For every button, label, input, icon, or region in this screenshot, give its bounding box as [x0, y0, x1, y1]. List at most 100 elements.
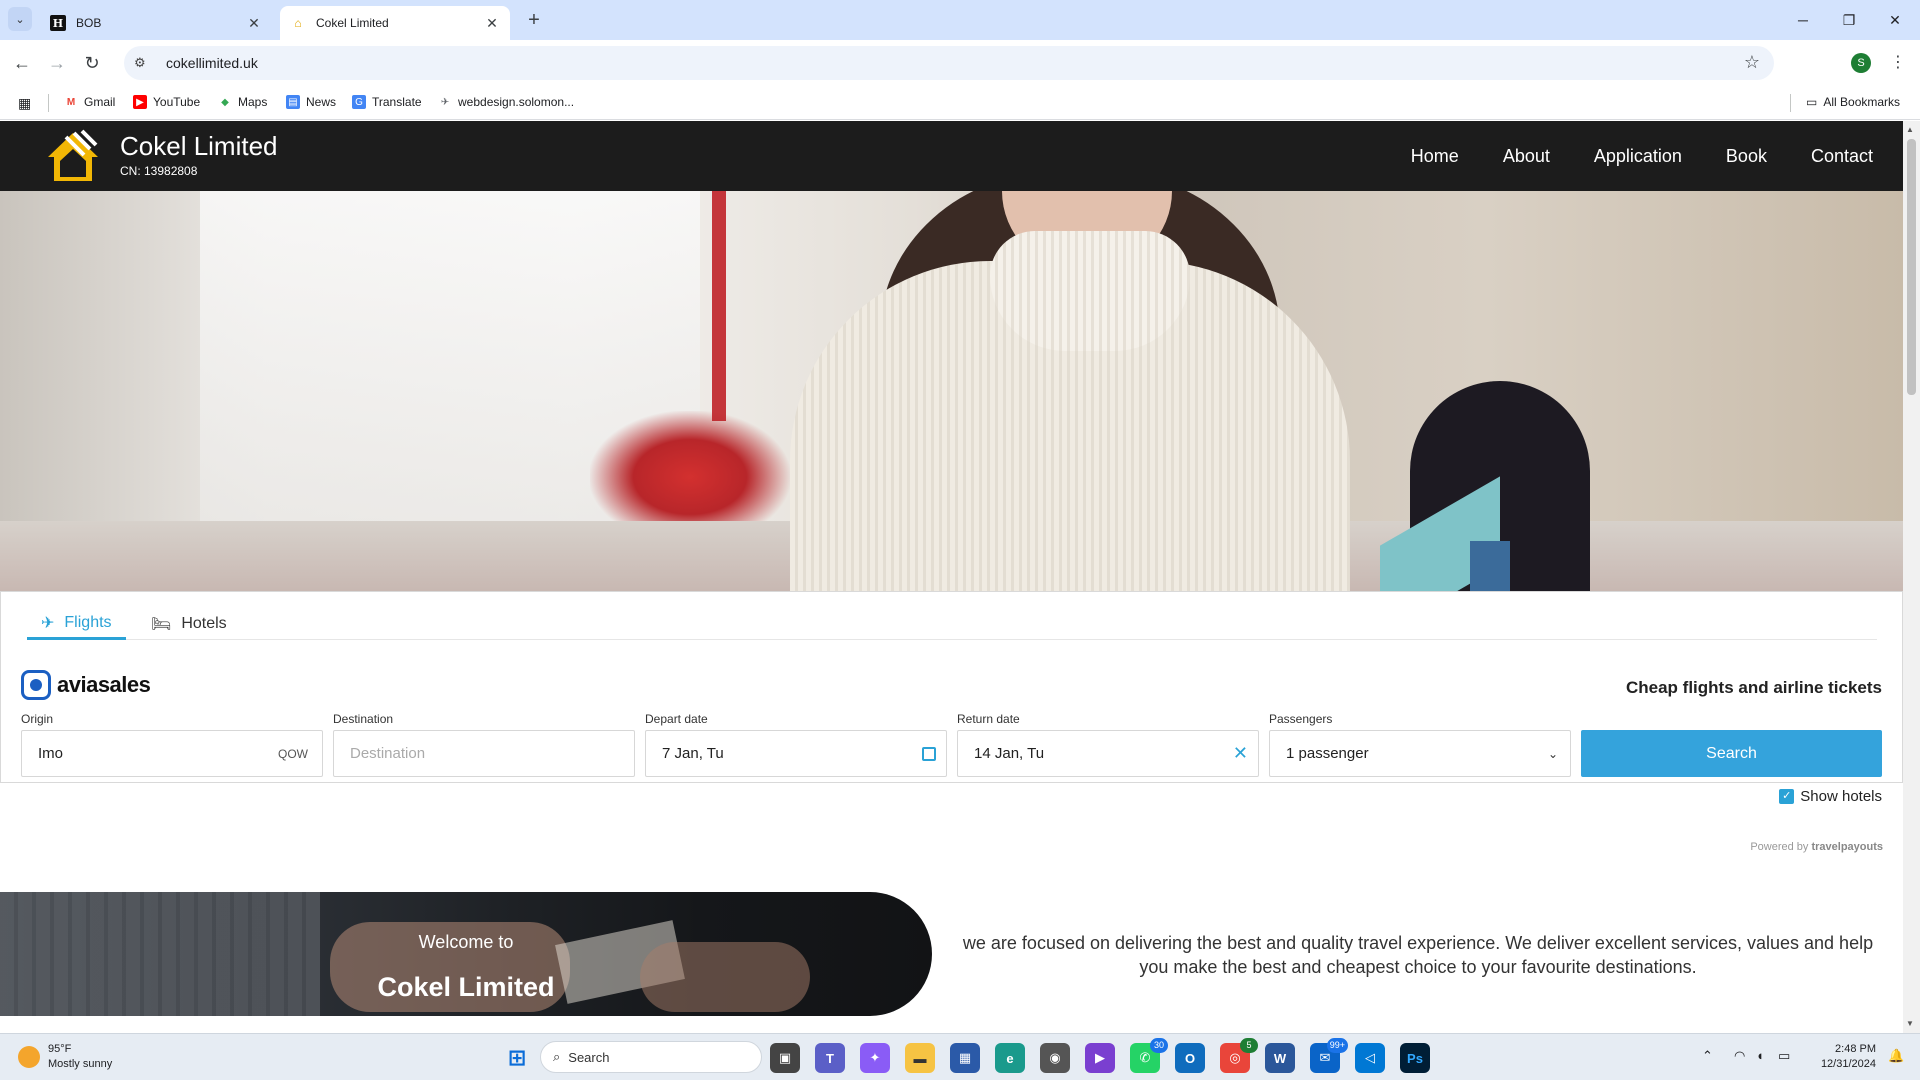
chevron-down-icon: ⌄	[1547, 746, 1558, 761]
hero-red-pillar	[712, 191, 726, 421]
notification-bell-icon[interactable]: 🔔	[1888, 1048, 1904, 1064]
teams-icon[interactable]: T	[815, 1043, 845, 1073]
nav-about[interactable]: About	[1481, 146, 1572, 167]
tab-search-button[interactable]: ⌄	[8, 7, 32, 31]
nav-home[interactable]: Home	[1389, 146, 1481, 167]
passengers-select[interactable]: 1 passenger ⌄	[1269, 730, 1571, 777]
aviasales-logo[interactable]: aviasales	[21, 670, 151, 700]
show-hotels-checkbox[interactable]: ✓ Show hotels	[1779, 788, 1882, 805]
powered-by[interactable]: Powered by travelpayouts	[1750, 841, 1883, 853]
plane-icon: ✈	[41, 614, 55, 632]
word-icon[interactable]: W	[1265, 1043, 1295, 1073]
copilot-icon[interactable]: ✦	[860, 1043, 890, 1073]
folder-icon: ▭	[1806, 95, 1818, 109]
camera-icon[interactable]: ◉	[1040, 1043, 1070, 1073]
taskbar-search-placeholder: Search	[568, 1049, 610, 1065]
vscode-icon[interactable]: ◁	[1355, 1043, 1385, 1073]
photoshop-icon[interactable]: Ps	[1400, 1043, 1430, 1073]
taskbar-clock[interactable]: 2:48 PM 12/31/2024	[1812, 1042, 1876, 1072]
close-tab-icon[interactable]: ✕	[484, 15, 500, 32]
depart-date-input[interactable]: 7 Jan, Tu	[645, 730, 947, 777]
all-bookmarks-label: All Bookmarks	[1823, 95, 1901, 109]
windows-start-icon[interactable]: ⊞	[502, 1043, 532, 1073]
tab-hotels[interactable]: 🛏 Hotels	[137, 608, 241, 640]
scrollbar-thumb[interactable]	[1907, 139, 1916, 395]
close-tab-icon[interactable]: ✕	[246, 15, 262, 32]
h-favicon-icon: H	[50, 15, 66, 31]
house-logo-icon[interactable]	[44, 127, 102, 185]
bookmark-news[interactable]: ▤ News	[286, 95, 336, 109]
store-icon[interactable]: ▦	[950, 1043, 980, 1073]
search-button[interactable]: Search	[1581, 730, 1882, 777]
back-icon[interactable]: ←	[8, 49, 36, 77]
scroll-up-icon[interactable]: ▲	[1906, 125, 1914, 134]
bookmark-webdesign[interactable]: ✈ webdesign.solomon...	[438, 95, 574, 109]
bookmark-youtube[interactable]: ▶ YouTube	[133, 95, 200, 109]
bookmark-maps[interactable]: ◆ Maps	[218, 95, 267, 109]
wifi-icon[interactable]: ◠	[1734, 1048, 1745, 1064]
whatsapp-icon[interactable]: ✆ 30	[1130, 1038, 1168, 1073]
news-icon: ▤	[286, 95, 300, 109]
reload-icon[interactable]: ↻	[78, 49, 106, 77]
tab-flights[interactable]: ✈ Flights	[27, 608, 126, 640]
destination-input[interactable]: Destination	[333, 730, 635, 777]
battery-icon[interactable]: ▭	[1778, 1048, 1790, 1064]
bookmark-gmail[interactable]: M Gmail	[64, 95, 116, 109]
minimize-button[interactable]: ─	[1780, 0, 1826, 40]
bed-icon: 🛏	[151, 616, 172, 633]
origin-input[interactable]: Imo QOW	[21, 730, 323, 777]
scroll-down-icon[interactable]: ▼	[1906, 1019, 1914, 1028]
whatsapp-badge: 30	[1150, 1038, 1168, 1053]
profile-avatar[interactable]: S	[1851, 53, 1871, 73]
all-bookmarks-button[interactable]: ▭ All Bookmarks	[1806, 95, 1900, 109]
tray-chevron-icon[interactable]: ⌃	[1702, 1048, 1713, 1064]
return-date-value: 14 Jan, Tu	[974, 745, 1045, 762]
calendar-icon[interactable]	[922, 746, 936, 761]
new-tab-button[interactable]: +	[520, 6, 548, 34]
close-window-button[interactable]: ✕	[1872, 0, 1918, 40]
file-explorer-icon[interactable]: ▬	[905, 1043, 935, 1073]
bookmark-label: webdesign.solomon...	[458, 95, 575, 109]
taskbar-search[interactable]: ⌕ Search	[540, 1041, 762, 1073]
volume-icon[interactable]: ◖	[1756, 1048, 1764, 1063]
sun-icon	[18, 1046, 40, 1068]
site-settings-icon[interactable]: ⚙	[134, 55, 154, 71]
widget-tabs: ✈ Flights 🛏 Hotels	[27, 608, 1877, 640]
origin-value: Imo	[38, 745, 64, 762]
url-text: cokellimited.uk	[166, 55, 258, 71]
origin-label: Origin	[21, 712, 54, 726]
outlook-icon[interactable]: O	[1175, 1043, 1205, 1073]
chrome-badge: 5	[1240, 1038, 1258, 1053]
chrome-icon[interactable]: ◎ 5	[1220, 1038, 1258, 1073]
tab-bob[interactable]: H BOB ✕	[40, 6, 272, 40]
forward-icon[interactable]: →	[43, 49, 71, 77]
edge-icon[interactable]: e	[995, 1043, 1025, 1073]
bookmark-label: News	[306, 95, 337, 109]
task-view-icon[interactable]: ▣	[770, 1043, 800, 1073]
clipchamp-icon[interactable]: ▶	[1085, 1043, 1115, 1073]
destination-placeholder: Destination	[350, 745, 426, 762]
restore-button[interactable]: ❐	[1826, 0, 1872, 40]
welcome-heading: Welcome to	[418, 932, 514, 952]
aviasales-mark-icon	[21, 670, 51, 700]
clear-date-icon[interactable]: ✕	[1233, 743, 1248, 764]
mail-icon[interactable]: ✉ 99+	[1310, 1038, 1348, 1073]
return-date-input[interactable]: 14 Jan, Tu ✕	[957, 730, 1259, 777]
nav-application[interactable]: Application	[1572, 146, 1704, 167]
nav-book[interactable]: Book	[1704, 146, 1789, 167]
bookmark-label: Gmail	[84, 95, 116, 109]
weather-condition: Mostly sunny	[48, 1058, 113, 1070]
bookmark-translate[interactable]: G Translate	[352, 95, 422, 109]
origin-code: QOW	[278, 746, 308, 761]
nav-contact[interactable]: Contact	[1789, 146, 1895, 167]
bookmark-separator	[1790, 94, 1791, 112]
apps-grid-icon[interactable]: ▦	[18, 95, 31, 112]
address-bar[interactable]: ⚙ cokellimited.uk ☆	[124, 46, 1774, 80]
tab-label: Hotels	[181, 615, 227, 632]
bookmark-star-icon[interactable]: ☆	[1744, 52, 1760, 73]
page-scrollbar[interactable]: ▲ ▼	[1903, 121, 1920, 1033]
weather-widget[interactable]: 95°F Mostly sunny	[18, 1042, 112, 1072]
menu-kebab-icon[interactable]: ⋮	[1890, 52, 1906, 72]
brand-name[interactable]: Cokel Limited	[120, 131, 278, 162]
tab-cokel-limited[interactable]: ⌂ Cokel Limited ✕	[280, 6, 510, 40]
